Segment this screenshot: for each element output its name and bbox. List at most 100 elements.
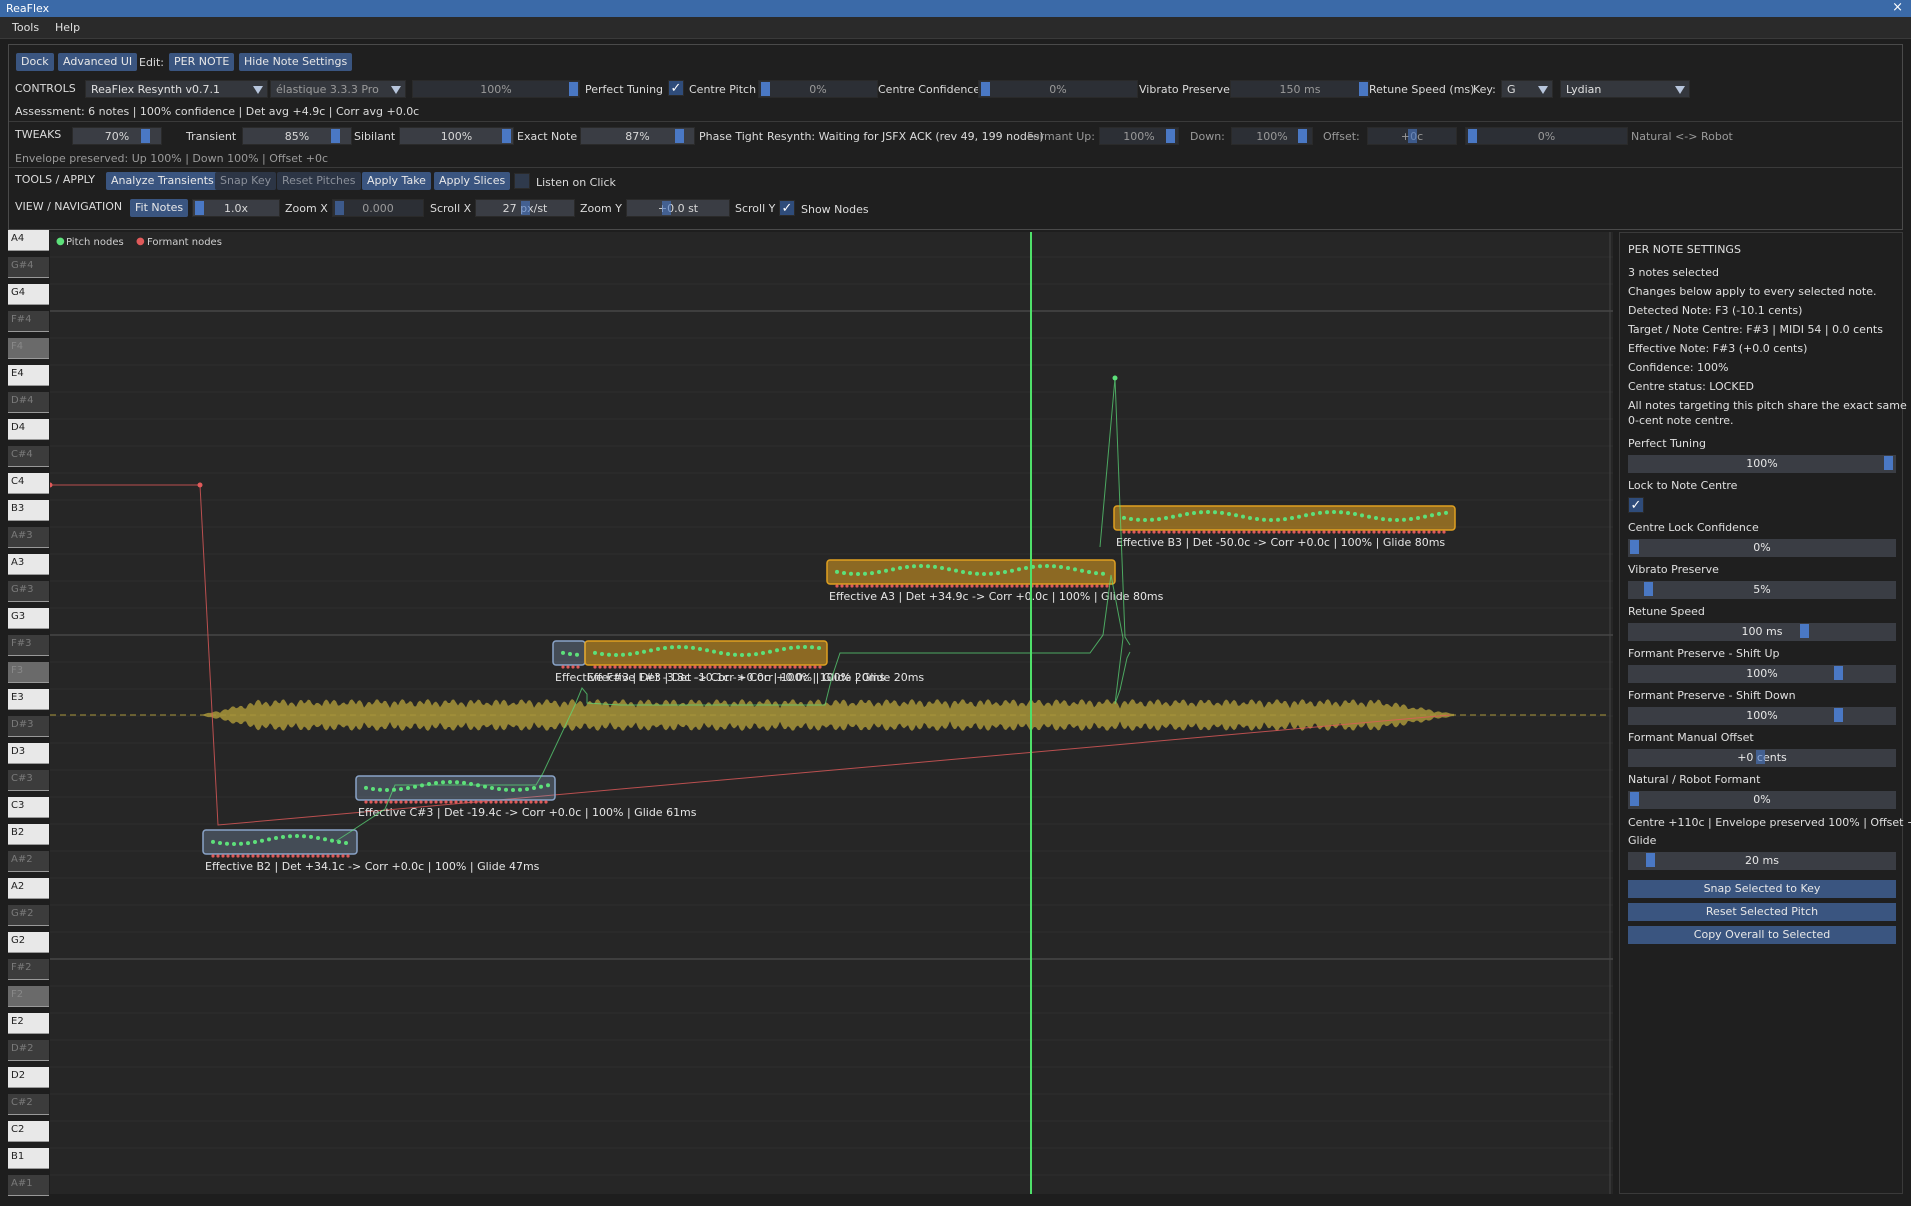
piano-key[interactable]: A3 [8,554,49,575]
perfect-tuning-slider[interactable]: 100% [412,80,580,98]
analyze-transients-button[interactable]: Analyze Transients [106,172,219,190]
slider-knob[interactable] [1646,853,1655,867]
piano-key[interactable]: F3 [8,662,49,683]
centre-lock-confidence-slider[interactable]: 0% [1628,539,1896,557]
vibrato-preserve-slider[interactable]: 150 ms [1230,80,1370,98]
zoom-x-slider[interactable]: 1.0x [192,199,280,217]
pitch-editor-canvas[interactable]: Effective B2 | Det +34.1c -> Corr +0.0c … [50,232,1613,1194]
retune-speed-slider[interactable]: 100 ms [1628,623,1896,641]
piano-key[interactable]: F2 [8,986,49,1007]
centre-pitch-slider[interactable]: 0% [758,80,878,98]
piano-key[interactable]: G#3 [8,581,49,602]
apply-slices-button[interactable]: Apply Slices [434,172,511,190]
piano-key[interactable]: D2 [8,1067,49,1088]
glide-slider[interactable]: 20 ms [1628,852,1896,870]
advanced-ui-button[interactable]: Advanced UI [58,53,138,71]
slider-knob[interactable] [1468,129,1477,143]
slider-knob[interactable] [195,201,204,215]
piano-key[interactable]: D#2 [8,1040,49,1061]
piano-key[interactable]: E2 [8,1013,49,1034]
scroll-x-slider[interactable]: 0.000 [332,199,424,217]
slider-knob[interactable] [981,82,990,96]
formant-offset-slider[interactable]: +0 cents [1628,749,1896,767]
piano-keyboard[interactable]: A4 G#4 G4 F#4 F4 E4 D#4 D4 C#4 C4 B3 A#3 A3 G#3 G3 F#3 F… [8,230,50,1200]
piano-key[interactable]: C3 [8,797,49,818]
formant-shift-up-slider[interactable]: 100% [1628,665,1896,683]
slider-knob[interactable] [675,129,684,143]
piano-key[interactable]: C4 [8,473,49,494]
slider-knob[interactable] [1834,666,1843,680]
slider-knob[interactable] [569,82,578,96]
snap-selected-to-key-button[interactable]: Snap Selected to Key [1628,880,1896,898]
piano-key[interactable]: A#3 [8,527,49,548]
per-note-button[interactable]: PER NOTE [169,53,235,71]
slider-knob[interactable] [761,82,770,96]
piano-key[interactable]: G4 [8,284,49,305]
piano-key[interactable]: D3 [8,743,49,764]
scroll-y-slider[interactable]: +0.0 st [626,199,730,217]
piano-key[interactable]: B3 [8,500,49,521]
hide-note-settings-button[interactable]: Hide Note Settings [239,53,353,71]
formant-down-slider[interactable]: 100% [1231,127,1313,145]
piano-key[interactable]: D#4 [8,392,49,413]
piano-key[interactable]: C#3 [8,770,49,791]
piano-key[interactable]: A2 [8,878,49,899]
scale-select[interactable]: Lydian [1560,80,1690,98]
copy-overall-to-selected-button[interactable]: Copy Overall to Selected [1628,926,1896,944]
perfect-tuning-slider[interactable]: 100% [1628,455,1896,473]
slider-knob[interactable] [662,201,671,215]
slider-knob[interactable] [1884,456,1893,470]
piano-key[interactable]: G3 [8,608,49,629]
slider-knob[interactable] [1756,750,1765,764]
slider-knob[interactable] [1166,129,1175,143]
piano-key[interactable]: B1 [8,1148,49,1169]
show-nodes-checkbox[interactable]: ✓ [779,200,795,216]
lock-to-centre-checkbox[interactable]: ✓ [1628,497,1644,513]
sibilant-slider[interactable]: 100% [399,127,514,145]
piano-key[interactable]: G#4 [8,257,49,278]
fit-notes-button[interactable]: Fit Notes [130,199,189,217]
piano-key[interactable]: D4 [8,419,49,440]
close-icon[interactable]: × [1892,0,1903,15]
engine-select[interactable]: ReaFlex Resynth v0.7.1 [85,80,268,98]
reset-pitches-button[interactable]: Reset Pitches [277,172,361,190]
piano-key[interactable]: G2 [8,932,49,953]
piano-key[interactable]: C#4 [8,446,49,467]
piano-key[interactable]: A#2 [8,851,49,872]
natural-robot-slider[interactable]: 0% [1628,791,1896,809]
piano-key[interactable]: F#3 [8,635,49,656]
vibrato-preserve-slider[interactable]: 5% [1628,581,1896,599]
slider-knob[interactable] [1298,129,1307,143]
key-select[interactable]: G [1501,80,1553,98]
piano-key[interactable]: C2 [8,1121,49,1142]
slider-knob[interactable] [1800,624,1809,638]
piano-key[interactable]: A#1 [8,1175,49,1196]
slider-knob[interactable] [502,129,511,143]
piano-key[interactable]: B2 [8,824,49,845]
piano-key[interactable]: E3 [8,689,49,710]
reset-selected-pitch-button[interactable]: Reset Selected Pitch [1628,903,1896,921]
menu-tools[interactable]: Tools [12,21,39,34]
offset-slider[interactable]: +0c [1367,127,1457,145]
piano-key[interactable]: G#2 [8,905,49,926]
transient-slider[interactable]: 85% [242,127,352,145]
slider-knob[interactable] [521,201,530,215]
piano-key[interactable]: D#3 [8,716,49,737]
piano-key[interactable]: F#4 [8,311,49,332]
natural-robot-slider[interactable]: 0% [1465,127,1628,145]
slider-knob[interactable] [141,129,150,143]
snap-key-button[interactable]: Snap Key [215,172,277,190]
algorithm-select[interactable]: élastique 3.3.3 Pro [270,80,406,98]
dock-button[interactable]: Dock [16,53,54,71]
slider-knob[interactable] [1630,540,1639,554]
slider-knob[interactable] [1408,129,1417,143]
piano-key[interactable]: F4 [8,338,49,359]
formant-up-slider[interactable]: 100% [1099,127,1179,145]
slider-knob[interactable] [1630,792,1639,806]
listen-on-click-checkbox[interactable] [514,173,530,189]
slider-knob[interactable] [331,129,340,143]
formant-shift-down-slider[interactable]: 100% [1628,707,1896,725]
slider-knob[interactable] [1644,582,1653,596]
slider-knob[interactable] [1359,82,1368,96]
centre-confidence-slider[interactable]: 0% [978,80,1138,98]
